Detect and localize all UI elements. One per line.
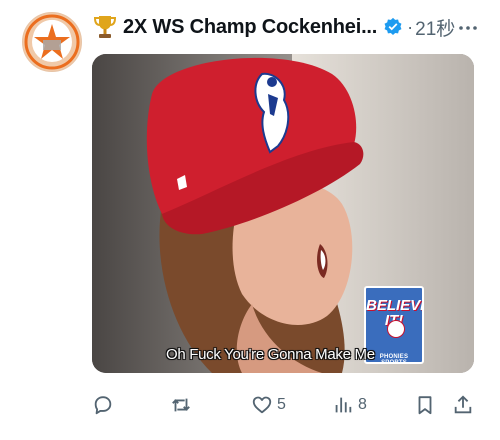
- avatar[interactable]: [22, 12, 82, 72]
- author-name[interactable]: 2X WS Champ Cockenhei...: [123, 16, 377, 39]
- retweet-button[interactable]: [170, 388, 196, 422]
- more-horizontal-icon[interactable]: [456, 18, 480, 38]
- views-count: 8: [358, 396, 367, 413]
- reply-icon: [94, 396, 112, 415]
- astros-logo-icon: [24, 14, 80, 70]
- baseball-icon: [387, 320, 405, 338]
- header-separator: ·: [407, 16, 414, 37]
- views-button[interactable]: 8: [332, 388, 367, 422]
- bookmark-icon: [418, 396, 432, 415]
- like-button[interactable]: 5: [251, 388, 286, 422]
- verified-badge-icon[interactable]: [383, 17, 403, 37]
- retweet-icon: [172, 398, 190, 412]
- action-bar: 5 8: [92, 388, 478, 422]
- trophy-icon: [93, 16, 117, 38]
- timestamp[interactable]: 21秒: [415, 14, 455, 41]
- views-icon: [335, 397, 352, 413]
- reply-button[interactable]: [92, 388, 118, 422]
- bookmark-button[interactable]: [414, 388, 440, 422]
- share-icon: [454, 395, 472, 414]
- video-caption: Oh Fuck You're Gonna Make Me: [166, 346, 375, 363]
- heart-icon: [252, 396, 272, 414]
- tweet-header: 2X WS Champ Cockenhei... · 21秒: [93, 10, 480, 44]
- share-button[interactable]: [452, 388, 478, 422]
- tweet-media[interactable]: BELIEVE IT! PHONIES SPORTS Oh Fuck You'r…: [92, 54, 474, 373]
- like-count: 5: [277, 396, 286, 413]
